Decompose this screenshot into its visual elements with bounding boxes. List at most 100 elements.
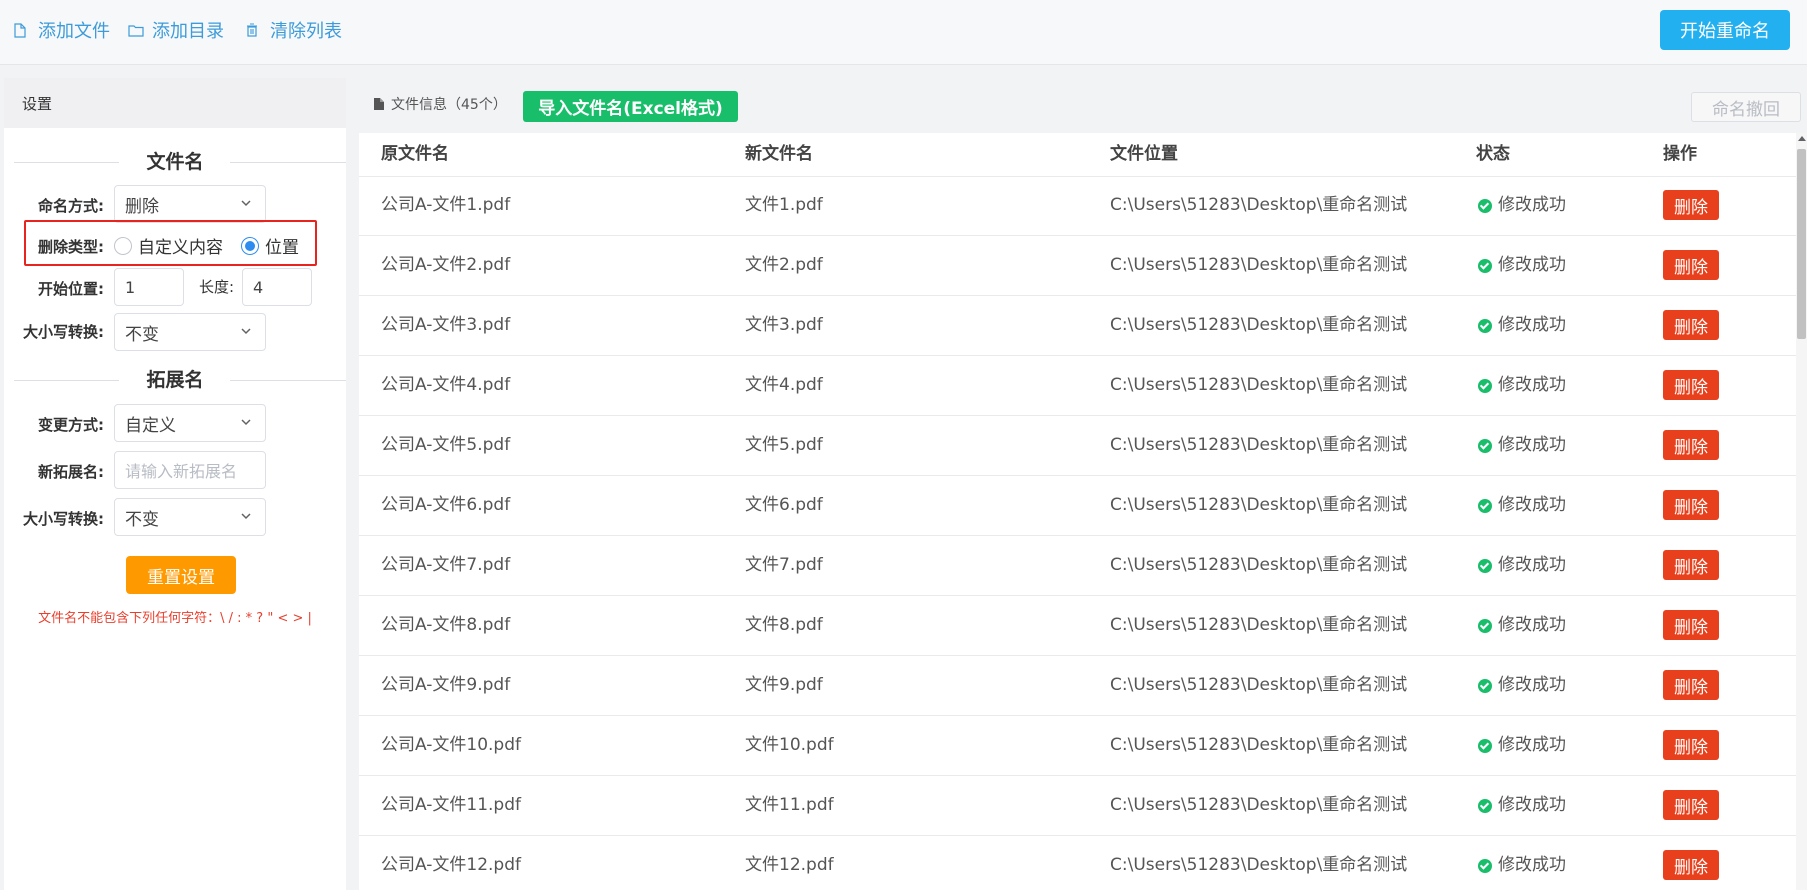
check-circle-icon [1478, 318, 1492, 333]
radio-custom-content-label: 自定义内容 [138, 238, 223, 258]
start-position-label: 开始位置: [38, 280, 104, 298]
table-row[interactable]: 公司A-文件4.pdf 文件4.pdf C:\Users\51283\Desktop… [359, 356, 1796, 416]
file-icon [14, 21, 30, 39]
file-info-title: 文件信息 （45个） [373, 94, 507, 114]
table-header: 原文件名 新文件名 文件位置 状态 操作 [359, 133, 1796, 177]
chevron-down-icon [241, 328, 251, 335]
table-row[interactable]: 公司A-文件8.pdf 文件8.pdf C:\Users\51283\Desktop… [359, 596, 1796, 656]
delete-row-button[interactable]: 删除 [1663, 490, 1719, 520]
table-row[interactable]: 公司A-文件6.pdf 文件6.pdf C:\Users\51283\Desktop… [359, 476, 1796, 536]
delete-row-button[interactable]: 删除 [1663, 190, 1719, 220]
table-row[interactable]: 公司A-文件1.pdf 文件1.pdf C:\Users\51283\Desktop… [359, 176, 1796, 236]
column-status: 状态 [1476, 144, 1510, 164]
table-scrollbar[interactable] [1796, 133, 1807, 890]
status-text: 修改成功 [1498, 315, 1566, 335]
status-cell: 修改成功 [1478, 836, 1566, 890]
table-row[interactable]: 公司A-文件2.pdf 文件2.pdf C:\Users\51283\Desktop… [359, 236, 1796, 296]
filename-section-title: 文件名 [4, 150, 346, 174]
extension-section-title: 拓展名 [4, 368, 346, 392]
check-circle-icon [1478, 498, 1492, 513]
undo-rename-button[interactable]: 命名撤回 [1691, 92, 1801, 122]
ext-case-convert-select[interactable]: 不变 [114, 498, 266, 536]
length-input[interactable]: 4 [242, 268, 312, 306]
delete-row-button[interactable]: 删除 [1663, 670, 1719, 700]
reset-settings-button[interactable]: 重置设置 [126, 556, 236, 594]
table-row[interactable]: 公司A-文件5.pdf 文件5.pdf C:\Users\51283\Desktop… [359, 416, 1796, 476]
status-cell: 修改成功 [1478, 536, 1566, 595]
delete-row-button[interactable]: 删除 [1663, 850, 1719, 880]
original-filename: 公司A-文件9.pdf [381, 675, 511, 695]
status-text: 修改成功 [1498, 855, 1566, 875]
delete-type-label: 删除类型: [38, 238, 104, 256]
new-extension-input[interactable]: 请输入新拓展名 [114, 451, 266, 489]
delete-row-button[interactable]: 删除 [1663, 730, 1719, 760]
file-location: C:\Users\51283\Desktop\重命名测试 [1110, 375, 1408, 395]
new-filename: 文件4.pdf [745, 375, 823, 395]
delete-row-button[interactable]: 删除 [1663, 310, 1719, 340]
check-circle-icon [1478, 678, 1492, 693]
chevron-down-icon [241, 513, 251, 520]
radio-position[interactable]: 位置 [241, 233, 299, 258]
delete-row-button[interactable]: 删除 [1663, 550, 1719, 580]
chevron-down-icon [241, 419, 251, 426]
table-row[interactable]: 公司A-文件10.pdf 文件10.pdf C:\Users\51283\Deskt… [359, 716, 1796, 776]
import-excel-button[interactable]: 导入文件名(Excel格式) [523, 91, 738, 122]
table-row[interactable]: 公司A-文件11.pdf 文件11.pdf C:\Users\51283\Deskt… [359, 776, 1796, 836]
table-row[interactable]: 公司A-文件3.pdf 文件3.pdf C:\Users\51283\Desktop… [359, 296, 1796, 356]
original-filename: 公司A-文件11.pdf [381, 795, 521, 815]
case-convert-select[interactable]: 不变 [114, 313, 266, 351]
new-filename: 文件10.pdf [745, 735, 834, 755]
new-filename: 文件1.pdf [745, 195, 823, 215]
original-filename: 公司A-文件5.pdf [381, 435, 511, 455]
clear-list-button[interactable]: 清除列表 [246, 18, 342, 42]
add-file-button[interactable]: 添加文件 [14, 18, 110, 42]
original-filename: 公司A-文件2.pdf [381, 255, 511, 275]
file-info-label: 文件信息 [391, 97, 447, 113]
status-cell: 修改成功 [1478, 776, 1566, 835]
new-filename: 文件6.pdf [745, 495, 823, 515]
check-circle-icon [1478, 198, 1492, 213]
delete-row-button[interactable]: 删除 [1663, 610, 1719, 640]
add-directory-button[interactable]: 添加目录 [128, 18, 224, 42]
delete-row-button[interactable]: 删除 [1663, 370, 1719, 400]
check-circle-icon [1478, 258, 1492, 273]
delete-row-button[interactable]: 删除 [1663, 250, 1719, 280]
scroll-up-arrow-icon[interactable] [1798, 136, 1806, 141]
document-icon [373, 97, 385, 111]
folder-icon [128, 21, 144, 39]
naming-mode-value: 删除 [125, 196, 159, 217]
original-filename: 公司A-文件3.pdf [381, 315, 511, 335]
new-filename: 文件11.pdf [745, 795, 834, 815]
change-mode-value: 自定义 [125, 415, 176, 436]
original-filename: 公司A-文件7.pdf [381, 555, 511, 575]
file-location: C:\Users\51283\Desktop\重命名测试 [1110, 615, 1408, 635]
file-count: （45个） [447, 97, 507, 113]
start-rename-button[interactable]: 开始重命名 [1660, 10, 1790, 50]
ext-case-convert-value: 不变 [125, 509, 159, 530]
table-row[interactable]: 公司A-文件7.pdf 文件7.pdf C:\Users\51283\Desktop… [359, 536, 1796, 596]
start-position-input[interactable]: 1 [114, 268, 184, 306]
change-mode-select[interactable]: 自定义 [114, 404, 266, 442]
table-row[interactable]: 公司A-文件12.pdf 文件12.pdf C:\Users\51283\Deskt… [359, 836, 1796, 890]
radio-custom-content[interactable]: 自定义内容 [114, 233, 223, 258]
table-body: 公司A-文件1.pdf 文件1.pdf C:\Users\51283\Desktop… [359, 176, 1796, 890]
check-circle-icon [1478, 558, 1492, 573]
column-new-name: 新文件名 [745, 144, 813, 164]
file-location: C:\Users\51283\Desktop\重命名测试 [1110, 735, 1408, 755]
filename-section-label: 文件名 [146, 151, 204, 173]
delete-row-button[interactable]: 删除 [1663, 430, 1719, 460]
naming-mode-select[interactable]: 删除 [114, 185, 266, 223]
file-location: C:\Users\51283\Desktop\重命名测试 [1110, 435, 1408, 455]
file-location: C:\Users\51283\Desktop\重命名测试 [1110, 795, 1408, 815]
status-cell: 修改成功 [1478, 656, 1566, 715]
settings-header: 设置 [4, 78, 346, 128]
original-filename: 公司A-文件10.pdf [381, 735, 521, 755]
scrollbar-thumb[interactable] [1797, 149, 1806, 339]
new-filename: 文件7.pdf [745, 555, 823, 575]
chevron-down-icon [241, 200, 251, 207]
case-convert-label: 大小写转换: [23, 323, 104, 341]
delete-row-button[interactable]: 删除 [1663, 790, 1719, 820]
table-row[interactable]: 公司A-文件9.pdf 文件9.pdf C:\Users\51283\Desktop… [359, 656, 1796, 716]
column-original-name: 原文件名 [381, 144, 449, 164]
ext-case-convert-label: 大小写转换: [23, 510, 104, 528]
